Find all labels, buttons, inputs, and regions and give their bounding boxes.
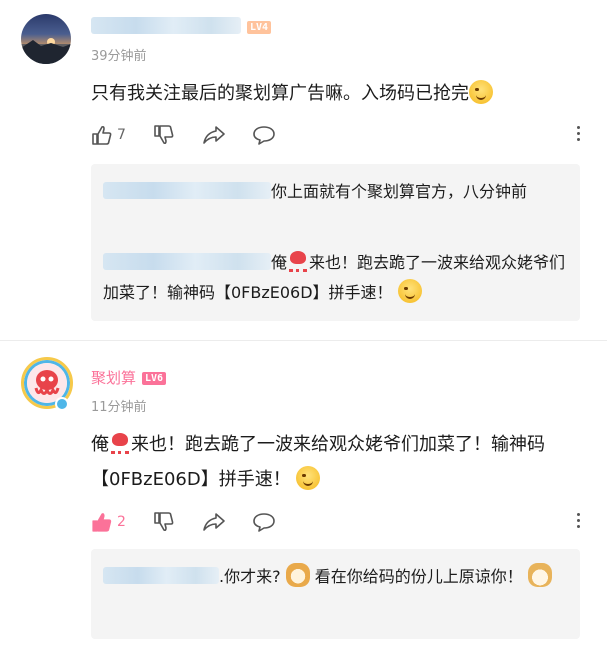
level-badge: LV4 (247, 21, 272, 34)
dislike-button[interactable] (153, 509, 175, 535)
username[interactable]: LV4 (91, 17, 272, 36)
verified-badge-icon (55, 397, 69, 411)
reply-username-blurred (103, 253, 271, 270)
more-options-icon[interactable] (575, 124, 581, 146)
smirk-emoji-icon (296, 466, 321, 490)
level-badge: LV6 (142, 372, 167, 385)
reply-list: 你上面就有个聚划算官方，八分钟前 俺来也！跑去跪了一波来给观众姥爷们加菜了！输神… (91, 164, 580, 321)
share-icon (203, 513, 225, 531)
octopus-emoji-icon (109, 433, 131, 454)
comment-item: LV4 39分钟前 只有我关注最后的聚划算广告嘛。入场码已抢完 7 你上面就有个… (0, 0, 607, 340)
comment-actions: 2 (91, 509, 581, 535)
username[interactable]: 聚划算 LV6 (91, 367, 167, 388)
reply-button[interactable] (252, 509, 276, 535)
thumb-up-icon (92, 125, 112, 145)
comment-prefix: 俺 (91, 434, 109, 455)
comment-text: 只有我关注最后的聚划算广告嘛。入场码已抢完 (91, 83, 469, 104)
user-avatar[interactable] (21, 14, 71, 64)
dislike-button[interactable] (153, 122, 175, 148)
comment-content: 只有我关注最后的聚划算广告嘛。入场码已抢完 (91, 77, 581, 110)
thumb-down-icon (154, 512, 174, 532)
reply-text-2: 看在你给码的份儿上原谅你！ (314, 567, 523, 586)
username-text: 聚划算 (91, 369, 137, 387)
share-button[interactable] (202, 122, 226, 148)
like-button[interactable]: 2 (91, 509, 126, 535)
reply-item[interactable]: .你才来? 看在你给码的份儿上原谅你！ (103, 561, 573, 593)
reply-username-blurred (103, 182, 271, 199)
comment-bubble-icon (253, 126, 275, 145)
reply-text: .你才来? (219, 567, 286, 586)
like-count: 7 (117, 127, 126, 143)
comment-bubble-icon (253, 513, 275, 532)
reply-item[interactable]: 你上面就有个聚划算官方，八分钟前 (103, 177, 573, 207)
comment-content: 俺来也！跑去跪了一波来给观众姥爷们加菜了！输神码【0FBzE06D】拼手速！ (91, 427, 581, 497)
reply-list: .你才来? 看在你给码的份儿上原谅你！ (91, 549, 580, 639)
reply-username-blurred (103, 567, 219, 584)
comment-actions: 7 (91, 122, 581, 148)
crying-laughing-emoji-icon (469, 80, 493, 104)
reply-text: 你上面就有个聚划算官方，八分钟前 (271, 182, 528, 201)
share-icon (203, 126, 225, 144)
more-options-icon[interactable] (575, 511, 581, 533)
share-button[interactable] (202, 509, 226, 535)
doge-emoji-icon (527, 563, 552, 587)
comment-time: 39分钟前 (91, 49, 147, 64)
reply-item[interactable]: 俺来也！跑去跪了一波来给观众姥爷们加菜了！输神码【0FBzE06D】拼手速！ (103, 248, 573, 308)
shiba-cat-emoji-icon (285, 563, 310, 587)
reply-button[interactable] (252, 122, 276, 148)
username-blurred (91, 17, 241, 34)
smirk-emoji-icon (397, 279, 422, 303)
octopus-emoji-icon (287, 251, 309, 272)
avatar-landscape-icon (21, 38, 71, 64)
thumb-down-icon (154, 125, 174, 145)
comment-item: 聚划算 LV6 11分钟前 俺来也！跑去跪了一波来给观众姥爷们加菜了！输神码【0F… (0, 341, 607, 650)
comment-time: 11分钟前 (91, 400, 147, 415)
like-count: 2 (117, 514, 126, 530)
like-button[interactable]: 7 (91, 122, 126, 148)
thumb-up-filled-icon (92, 513, 112, 532)
reply-prefix: 俺 (271, 253, 288, 272)
